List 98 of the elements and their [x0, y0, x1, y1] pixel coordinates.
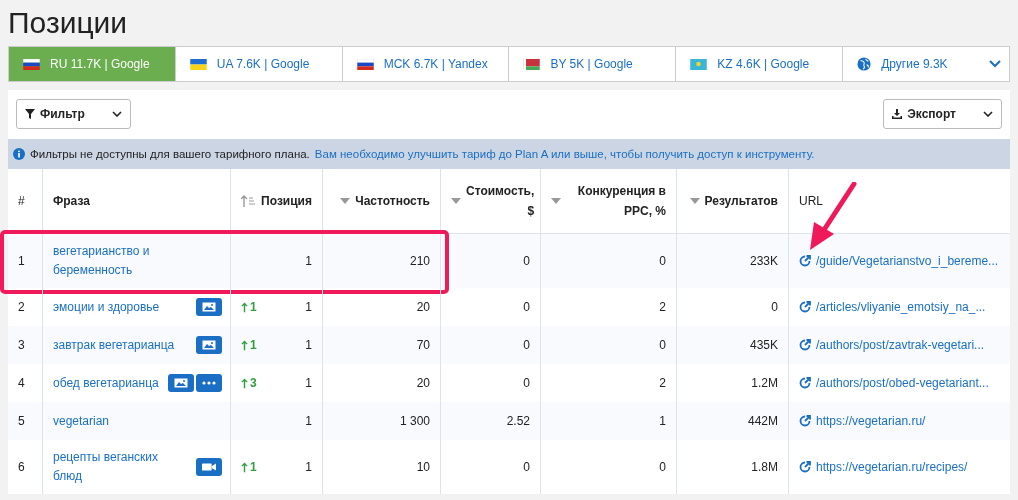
position-change: 1: [241, 338, 257, 352]
notice-text: Фильтры не доступны для вашего тарифного плана.: [30, 148, 310, 160]
cost-cell: 0: [523, 460, 530, 474]
frequency-cell: 20: [416, 300, 430, 314]
competition-cell: 0: [659, 338, 666, 352]
chevron-down-icon[interactable]: [988, 60, 1001, 68]
image-badge-icon[interactable]: [168, 374, 194, 392]
url-link[interactable]: /authors/post/zavtrak-vegetari...: [816, 338, 985, 352]
sort-down-icon[interactable]: [340, 198, 351, 204]
external-link-icon[interactable]: [799, 415, 811, 427]
chevron-down-icon: [111, 111, 122, 117]
frequency-cell: 20: [416, 376, 430, 390]
region-tab[interactable]: UA 7.6K | Google: [175, 47, 343, 81]
external-link-icon[interactable]: [799, 377, 811, 389]
column-header[interactable]: Позиция: [261, 194, 312, 208]
phrase-link[interactable]: вегетарианство и беременность: [53, 242, 216, 280]
frequency-cell: 10: [416, 460, 430, 474]
column-header[interactable]: #: [18, 194, 25, 208]
column-header[interactable]: Результатов: [704, 194, 778, 208]
row-number: 3: [18, 338, 25, 352]
phrase-link[interactable]: рецепты веганских блюд: [53, 448, 190, 486]
region-tab[interactable]: MCK 6.7K | Yandex: [342, 47, 510, 81]
cost-cell: 0: [523, 300, 530, 314]
url-link[interactable]: /articles/vliyanie_emotsiy_na_...: [816, 300, 986, 314]
external-link-icon[interactable]: [799, 301, 811, 313]
tab-label: BY 5K | Google: [550, 57, 634, 71]
tab-label: RU 11.7K | Google: [50, 57, 151, 71]
cost-cell: 0: [523, 338, 530, 352]
results-cell: 233K: [749, 254, 778, 268]
results-cell: 0: [771, 300, 778, 314]
phrase-link[interactable]: обед вегетарианца: [53, 373, 159, 393]
region-tab[interactable]: KZ 4.6K | Google: [676, 47, 844, 81]
position-cell: 1: [305, 460, 312, 474]
results-cell: 442M: [747, 414, 778, 428]
column-header[interactable]: Фраза: [53, 194, 90, 208]
column-header[interactable]: URL: [799, 194, 823, 208]
competition-cell: 2: [659, 300, 666, 314]
export-button[interactable]: Экспорт: [883, 99, 1002, 129]
frequency-cell: 210: [409, 254, 430, 268]
filter-icon: [25, 109, 35, 119]
region-tab[interactable]: BY 5K | Google: [509, 47, 677, 81]
sort-down-icon[interactable]: [451, 198, 461, 204]
upgrade-link[interactable]: Вам необходимо улучшить тариф до Plan A или выше, чтобы получить доступ к инструменту.: [314, 148, 815, 160]
position-cell: 1: [305, 300, 312, 314]
competition-cell: 0: [659, 254, 666, 268]
tab-label: MCK 6.7K | Yandex: [383, 57, 489, 71]
region-tab[interactable]: Другие 9.3K: [843, 47, 1009, 81]
phrase-link[interactable]: vegetarian: [53, 411, 110, 431]
chevron-down-icon: [983, 111, 993, 117]
external-link-icon[interactable]: [799, 339, 811, 351]
position-cell: 1: [305, 254, 312, 268]
position-cell: 1: [305, 338, 312, 352]
phrase-link[interactable]: завтрак вегетарианца: [53, 335, 175, 355]
download-icon: [892, 109, 903, 119]
row-number: 6: [18, 460, 25, 474]
video-badge-icon[interactable]: [196, 458, 222, 476]
competition-cell: 1: [659, 414, 666, 428]
position-change: 1: [241, 460, 257, 474]
column-header[interactable]: Стоимость, $: [466, 181, 535, 221]
url-link[interactable]: /authors/post/obed-vegetariant...: [816, 376, 989, 390]
cost-cell: 2.52: [506, 414, 530, 428]
filter-button[interactable]: Фильтр: [16, 99, 131, 129]
info-icon: [13, 148, 25, 160]
position-change: 1: [241, 300, 257, 314]
column-header[interactable]: Частотность: [355, 194, 430, 208]
image-badge-icon[interactable]: [196, 336, 222, 354]
tab-label: KZ 4.6K | Google: [717, 57, 811, 71]
row-number: 4: [18, 376, 25, 390]
frequency-cell: 70: [416, 338, 430, 352]
position-cell: 1: [305, 414, 312, 428]
url-link[interactable]: /guide/Vegetarianstvo_i_bereme...: [816, 254, 999, 268]
frequency-cell: 1 300: [399, 414, 430, 428]
tab-label: Другие 9.3K: [881, 57, 949, 71]
phrase-link[interactable]: эмоции и здоровье: [53, 297, 160, 317]
more-badge-icon[interactable]: [196, 374, 222, 392]
url-link[interactable]: https://vegetarian.ru/: [816, 414, 926, 428]
row-number: 5: [18, 414, 25, 428]
sort-down-icon[interactable]: [689, 198, 700, 204]
cost-cell: 0: [523, 376, 530, 390]
results-cell: 435K: [749, 338, 778, 352]
external-link-icon[interactable]: [799, 461, 811, 473]
external-link-icon[interactable]: [799, 255, 811, 267]
results-cell: 1.8M: [751, 460, 778, 474]
row-number: 1: [18, 254, 25, 268]
row-number: 2: [18, 300, 25, 314]
tab-label: UA 7.6K | Google: [216, 57, 311, 71]
url-link[interactable]: https://vegetarian.ru/recipes/: [816, 460, 968, 474]
results-cell: 1.2M: [751, 376, 778, 390]
column-header[interactable]: Конкуренция в PPC, %: [566, 181, 666, 221]
position-change: 3: [241, 376, 257, 390]
image-badge-icon[interactable]: [196, 298, 222, 316]
sort-ascending-icon[interactable]: [241, 195, 255, 207]
competition-cell: 2: [659, 376, 666, 390]
sort-down-icon[interactable]: [551, 198, 561, 204]
competition-cell: 0: [659, 460, 666, 474]
page-title: Позиции: [7, 5, 129, 41]
position-cell: 1: [305, 376, 312, 390]
cost-cell: 0: [523, 254, 530, 268]
